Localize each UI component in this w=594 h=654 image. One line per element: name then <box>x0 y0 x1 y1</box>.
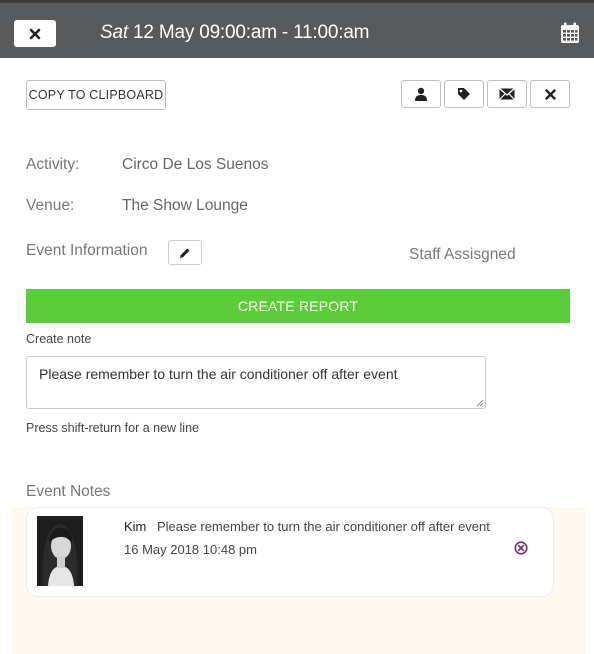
event-date-range: 12 May 09:00:am - 11:00:am <box>133 22 370 43</box>
staff-assigned-label: Staff Assisgned <box>409 246 516 263</box>
circle-x-icon[interactable] <box>514 541 528 555</box>
note-text: Please remember to turn the air conditio… <box>157 519 490 534</box>
activity-value: Circo De Los Suenos <box>122 156 269 173</box>
avatar <box>37 516 83 586</box>
pencil-icon <box>180 247 190 258</box>
resize-grip-icon[interactable] <box>476 399 484 407</box>
close-icon <box>29 28 41 39</box>
venue-value: The Show Lounge <box>122 197 248 214</box>
edit-event-information-button[interactable] <box>168 240 202 265</box>
note-timestamp: 16 May 2018 10:48 pm <box>124 542 257 557</box>
venue-label: Venue: <box>26 197 75 214</box>
event-notes-title: Event Notes <box>26 483 111 500</box>
header-close-button[interactable] <box>14 20 56 47</box>
event-information-label: Event Information <box>26 242 148 259</box>
tag-icon <box>458 88 470 100</box>
copy-to-clipboard-button[interactable]: COPY TO CLIPBOARD <box>26 80 166 110</box>
assign-staff-button[interactable] <box>401 80 441 108</box>
tag-button[interactable] <box>444 80 484 108</box>
email-button[interactable] <box>487 80 527 108</box>
note-hint: Press shift-return for a new line <box>26 421 199 435</box>
create-note-label: Create note <box>26 332 92 346</box>
calendar-icon[interactable] <box>560 22 580 44</box>
envelope-icon <box>499 88 515 100</box>
activity-label: Activity: <box>26 156 80 173</box>
delete-event-button[interactable] <box>530 80 570 108</box>
event-day: Sat <box>100 22 128 43</box>
event-datetime: Sat 12 May 09:00:am - 11:00:am <box>100 22 370 44</box>
create-report-button[interactable]: CREATE REPORT <box>26 289 570 323</box>
note-author: Kim <box>124 519 147 534</box>
user-icon <box>415 87 427 101</box>
note-textarea[interactable]: Please remember to turn the air conditio… <box>26 356 486 409</box>
close-icon <box>544 88 556 100</box>
